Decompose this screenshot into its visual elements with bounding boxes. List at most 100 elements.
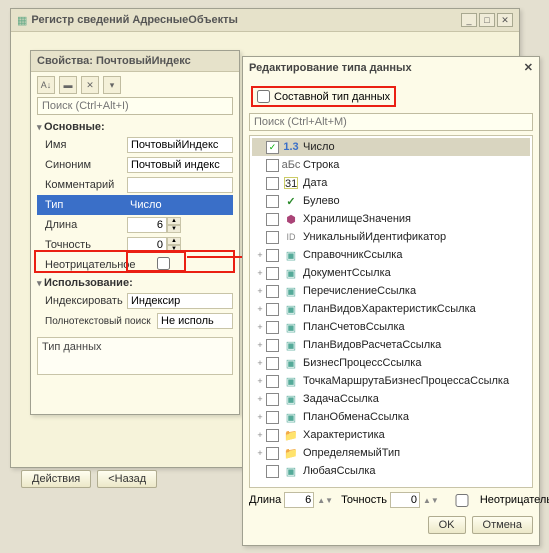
- section-main[interactable]: Основные:: [37, 119, 233, 135]
- actions-button[interactable]: Действия: [21, 470, 91, 488]
- type-item-11[interactable]: +▣ПланВидовРасчетаСсылка: [252, 336, 530, 354]
- input-name[interactable]: [127, 137, 233, 153]
- type-checkbox[interactable]: [266, 321, 279, 334]
- input-comment[interactable]: [127, 177, 233, 193]
- type-checkbox[interactable]: [266, 303, 279, 316]
- expander-icon[interactable]: +: [254, 376, 266, 386]
- expander-icon[interactable]: +: [254, 430, 266, 440]
- type-tree[interactable]: ✓1.3ЧислоaБcСтрока31Дата✓Булево⬢Хранилищ…: [249, 135, 533, 488]
- type-checkbox[interactable]: [266, 357, 279, 370]
- type-checkbox[interactable]: [266, 339, 279, 352]
- type-checkbox[interactable]: [266, 285, 279, 298]
- dlg-search-input[interactable]: [249, 113, 533, 131]
- input-dlg-length[interactable]: [284, 492, 314, 508]
- type-icon: 📁: [283, 428, 299, 442]
- type-item-12[interactable]: + ▣ БизнесПроцессСсылка: [252, 354, 530, 372]
- ok-button[interactable]: OK: [428, 516, 466, 534]
- type-label: Строка: [303, 159, 528, 171]
- input-dlg-precision[interactable]: [390, 492, 420, 508]
- sort-button[interactable]: A↓: [37, 76, 55, 94]
- input-index[interactable]: [127, 293, 233, 309]
- type-label: БизнесПроцессСсылка: [303, 357, 528, 369]
- type-item-3[interactable]: ✓Булево: [252, 192, 530, 210]
- type-checkbox[interactable]: [266, 393, 279, 406]
- type-checkbox[interactable]: [266, 267, 279, 280]
- type-checkbox[interactable]: [266, 447, 279, 460]
- maximize-button[interactable]: □: [479, 13, 495, 27]
- close-button[interactable]: ✕: [497, 13, 513, 27]
- type-label: ХранилищеЗначения: [303, 213, 528, 225]
- type-item-8[interactable]: +▣ПеречислениеСсылка: [252, 282, 530, 300]
- expander-icon[interactable]: +: [254, 286, 266, 296]
- type-item-17[interactable]: +📁ОпределяемыйТип: [252, 444, 530, 462]
- type-checkbox[interactable]: [266, 231, 279, 244]
- expander-icon[interactable]: +: [254, 358, 266, 368]
- dlg-close-icon[interactable]: ✕: [524, 61, 533, 74]
- type-icon: ▣: [283, 248, 299, 262]
- spin-up[interactable]: ▲: [167, 217, 181, 225]
- type-item-15[interactable]: +▣ПланОбменаСсылка: [252, 408, 530, 426]
- spin-down-2[interactable]: ▼: [167, 245, 181, 253]
- expander-icon[interactable]: +: [254, 304, 266, 314]
- type-item-14[interactable]: +▣ЗадачаСсылка: [252, 390, 530, 408]
- type-item-5[interactable]: IDУникальныйИдентификатор: [252, 228, 530, 246]
- type-item-0[interactable]: ✓1.3Число: [252, 138, 530, 156]
- prop-comment: Комментарий: [37, 175, 233, 195]
- label-index: Индексировать: [37, 295, 127, 307]
- expander-icon[interactable]: +: [254, 394, 266, 404]
- search-input[interactable]: [37, 97, 233, 115]
- type-item-16[interactable]: +📁Характеристика: [252, 426, 530, 444]
- type-label: ПланСчетовСсылка: [303, 321, 528, 333]
- minimize-button[interactable]: _: [461, 13, 477, 27]
- label-nonneg: Неотрицательное: [37, 259, 157, 271]
- label-length: Длина: [37, 219, 127, 231]
- type-checkbox[interactable]: [266, 195, 279, 208]
- expander-icon[interactable]: +: [254, 340, 266, 350]
- spin-down[interactable]: ▼: [167, 225, 181, 233]
- type-checkbox[interactable]: [266, 375, 279, 388]
- dropdown-icon[interactable]: ▾: [103, 76, 121, 94]
- type-item-13[interactable]: +▣ТочкаМаршрутаБизнесПроцессаСсылка: [252, 372, 530, 390]
- input-precision[interactable]: [127, 237, 167, 253]
- type-item-18[interactable]: ▣ЛюбаяСсылка: [252, 462, 530, 480]
- type-checkbox[interactable]: [266, 411, 279, 424]
- filter-button[interactable]: ▬: [59, 76, 77, 94]
- expander-icon[interactable]: +: [254, 448, 266, 458]
- expander-icon[interactable]: +: [254, 322, 266, 332]
- check-compound[interactable]: [257, 90, 270, 103]
- type-icon: ▣: [283, 374, 299, 388]
- type-label: ПланОбменаСсылка: [303, 411, 528, 423]
- input-length[interactable]: [127, 217, 167, 233]
- type-checkbox[interactable]: [266, 429, 279, 442]
- dlg-title-text: Редактирование типа данных: [249, 62, 412, 74]
- type-item-7[interactable]: +▣ДокументСсылка: [252, 264, 530, 282]
- type-checkbox[interactable]: [266, 213, 279, 226]
- back-button[interactable]: <Назад: [97, 470, 157, 488]
- input-synonym[interactable]: [127, 157, 233, 173]
- close-icon[interactable]: ✕: [81, 76, 99, 94]
- type-checkbox[interactable]: [266, 249, 279, 262]
- input-fulltext[interactable]: [157, 313, 233, 329]
- type-item-6[interactable]: +▣СправочникСсылка: [252, 246, 530, 264]
- section-usage[interactable]: Использование:: [37, 275, 233, 291]
- check-nonneg[interactable]: [157, 257, 170, 270]
- type-icon: ▣: [283, 356, 299, 370]
- spin-up-2[interactable]: ▲: [167, 237, 181, 245]
- prop-type[interactable]: Тип Число: [37, 195, 233, 215]
- type-label: ЛюбаяСсылка: [303, 465, 528, 477]
- type-item-1[interactable]: aБcСтрока: [252, 156, 530, 174]
- expander-icon[interactable]: +: [254, 412, 266, 422]
- type-checkbox[interactable]: [266, 159, 279, 172]
- check-dlg-nonneg[interactable]: [447, 494, 477, 507]
- cancel-button[interactable]: Отмена: [472, 516, 533, 534]
- expander-icon[interactable]: +: [254, 268, 266, 278]
- type-checkbox[interactable]: [266, 465, 279, 478]
- hint-area: Тип данных: [37, 337, 233, 375]
- type-item-4[interactable]: ⬢ХранилищеЗначения: [252, 210, 530, 228]
- type-item-9[interactable]: +▣ПланВидовХарактеристикСсылка: [252, 300, 530, 318]
- expander-icon[interactable]: +: [254, 250, 266, 260]
- type-item-2[interactable]: 31Дата: [252, 174, 530, 192]
- type-checkbox[interactable]: [266, 177, 279, 190]
- type-checkbox[interactable]: ✓: [266, 141, 279, 154]
- type-item-10[interactable]: +▣ПланСчетовСсылка: [252, 318, 530, 336]
